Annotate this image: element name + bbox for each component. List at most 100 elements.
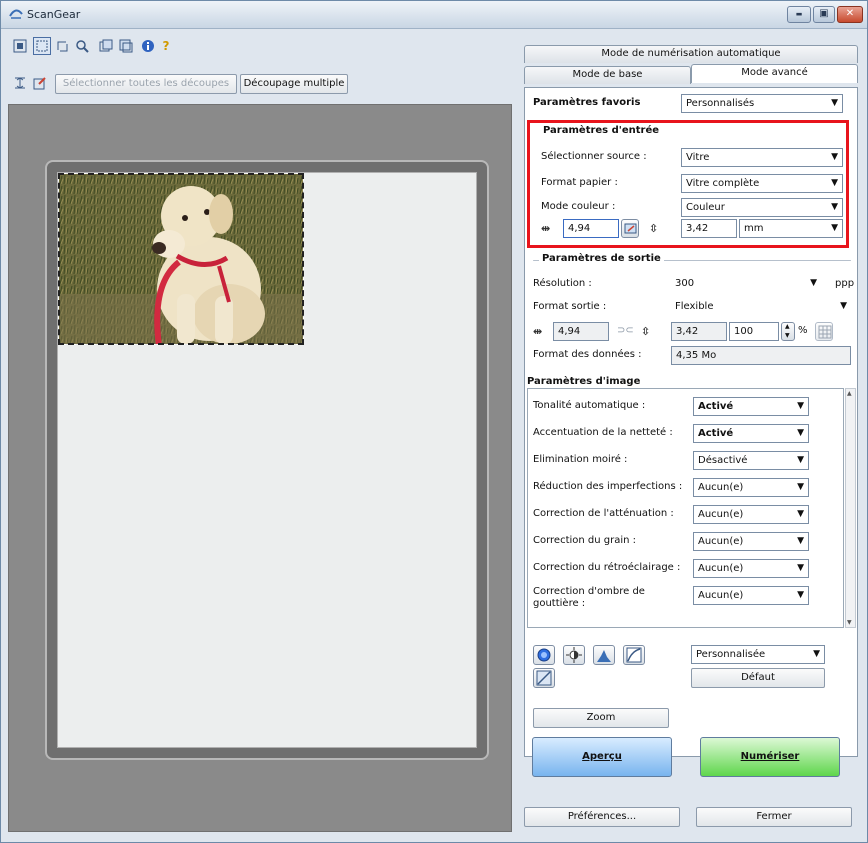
grain-correction-select[interactable]: Aucun(e) ▼ <box>693 532 809 551</box>
spin-down-icon: ▼ <box>785 332 790 339</box>
scroll-up-icon: ▲ <box>847 390 852 397</box>
tab-basic-mode[interactable]: Mode de base <box>524 66 691 84</box>
adjust-saturation-button[interactable] <box>533 645 555 665</box>
lock-ratio-button[interactable] <box>621 219 639 238</box>
scan-button[interactable]: Numériser <box>700 737 840 777</box>
preferences-button[interactable]: Préférences... <box>524 807 680 827</box>
fit-icon[interactable] <box>11 37 29 55</box>
scale-unit: % <box>798 325 808 336</box>
invert-ratio-icon[interactable] <box>11 74 29 92</box>
maximize-button[interactable]: ▣ <box>813 6 835 23</box>
info-icon[interactable] <box>139 37 157 55</box>
image-settings-scrollbar[interactable]: ▲ ▼ <box>845 388 856 628</box>
resolution-select[interactable]: 300 ▼ <box>671 275 831 294</box>
close-button[interactable]: Fermer <box>696 807 852 827</box>
adjust-histogram-button[interactable] <box>593 645 615 665</box>
grain-correction-label: Correction du grain : <box>533 535 637 546</box>
favorites-select[interactable]: Personnalisés ▼ <box>681 94 843 113</box>
color-mode-label: Mode couleur : <box>541 201 616 212</box>
preview-area <box>8 104 512 832</box>
grid-icon <box>818 325 832 339</box>
scangear-app-icon <box>9 9 23 19</box>
descreen-select[interactable]: Désactivé ▼ <box>693 451 809 470</box>
gutter-shadow-select[interactable]: Aucun(e) ▼ <box>693 586 809 605</box>
tab-auto-scan-mode[interactable]: Mode de numérisation automatique <box>524 45 858 63</box>
output-format-select[interactable]: Flexible ▼ <box>671 298 851 317</box>
image-settings-title: Paramètres d'image <box>527 376 641 387</box>
adjust-tone-curve-button[interactable] <box>623 645 645 665</box>
adjust-threshold-button[interactable] <box>533 668 555 688</box>
chevron-down-icon: ▼ <box>810 278 817 288</box>
help-icon[interactable]: ? <box>157 37 175 55</box>
tone-curve-icon <box>626 647 642 663</box>
maximize-icon: ▣ <box>819 8 829 19</box>
dog-photo-image <box>59 174 303 344</box>
chevron-down-icon: ▼ <box>797 455 804 465</box>
adjust-preset-select[interactable]: Personnalisée ▼ <box>691 645 825 664</box>
sharpness-select[interactable]: Activé ▼ <box>693 424 809 443</box>
input-width-field[interactable]: 4,94 <box>563 219 619 238</box>
gutter-shadow-label: Correction d'ombre de gouttière : <box>533 586 645 609</box>
chevron-down-icon: ▼ <box>831 223 838 233</box>
color-mode-value: Couleur <box>686 202 725 213</box>
zoom-icon[interactable] <box>73 37 91 55</box>
aspect-ratio-icon <box>624 223 637 234</box>
source-select[interactable]: Vitre ▼ <box>681 148 843 167</box>
backlight-correction-select[interactable]: Aucun(e) ▼ <box>693 559 809 578</box>
output-height-field[interactable]: 3,42 <box>671 322 727 341</box>
chevron-down-icon: ▼ <box>831 202 838 212</box>
resolution-label: Résolution : <box>533 278 592 289</box>
input-settings-title: Paramètres d'entrée <box>540 125 663 136</box>
output-width-field[interactable]: 4,94 <box>553 322 609 341</box>
multi-crop-button[interactable]: Découpage multiple <box>240 74 348 94</box>
crop-icon[interactable] <box>33 37 51 55</box>
sharpness-value: Activé <box>698 428 734 439</box>
color-mode-select[interactable]: Couleur ▼ <box>681 198 843 217</box>
auto-tone-label: Tonalité automatique : <box>533 400 646 411</box>
scan-label: Numériser <box>740 751 800 762</box>
chevron-down-icon: ▼ <box>797 509 804 519</box>
fading-correction-select[interactable]: Aucun(e) ▼ <box>693 505 809 524</box>
descreen-value: Désactivé <box>698 455 748 466</box>
backlight-correction-label: Correction du rétroéclairage : <box>533 562 681 573</box>
height-icon: ⇳ <box>649 222 659 235</box>
scroll-down-icon: ▼ <box>847 619 852 626</box>
input-height-field[interactable]: 3,42 <box>681 219 737 238</box>
saturation-icon <box>537 648 551 662</box>
scan-frame-icon[interactable] <box>97 37 115 55</box>
frame-icon[interactable] <box>117 37 135 55</box>
preview-button[interactable]: Aperçu <box>532 737 672 777</box>
gutter-shadow-value: Aucun(e) <box>698 590 744 601</box>
unit-select[interactable]: mm ▼ <box>739 219 843 238</box>
unit-value: mm <box>744 223 764 234</box>
chevron-down-icon: ▼ <box>797 482 804 492</box>
sharpness-label: Accentuation de la netteté : <box>533 427 673 438</box>
adjust-brightness-button[interactable] <box>563 645 585 665</box>
output-format-label: Format sortie : <box>533 301 607 312</box>
scale-field[interactable]: 100 <box>729 322 779 341</box>
source-value: Vitre <box>686 152 710 163</box>
paper-size-value: Vitre complète <box>686 178 760 189</box>
dust-reduction-select[interactable]: Aucun(e) ▼ <box>693 478 809 497</box>
scanned-dog-photo[interactable] <box>58 173 304 345</box>
auto-tone-select[interactable]: Activé ▼ <box>693 397 809 416</box>
platen-glass[interactable] <box>57 172 477 748</box>
paper-size-select[interactable]: Vitre complète ▼ <box>681 174 843 193</box>
height-icon: ⇳ <box>641 325 651 338</box>
edit-crop-icon[interactable] <box>31 74 49 92</box>
close-window-button[interactable]: ✕ <box>837 6 863 23</box>
grain-correction-value: Aucun(e) <box>698 536 744 547</box>
rotate-icon[interactable] <box>53 37 71 55</box>
favorites-label: Paramètres favoris <box>533 97 641 108</box>
tab-advanced-mode[interactable]: Mode avancé <box>691 64 858 83</box>
scale-spinner[interactable]: ▲ ▼ <box>781 322 795 341</box>
select-all-crops-button[interactable]: Sélectionner toutes les découpes <box>55 74 237 94</box>
default-button[interactable]: Défaut <box>691 668 825 688</box>
chevron-down-icon: ▼ <box>797 536 804 546</box>
minimize-button[interactable]: ▬ <box>787 6 811 23</box>
data-size-label: Format des données : <box>533 349 642 360</box>
chevron-down-icon: ▼ <box>831 152 838 162</box>
grid-settings-button[interactable] <box>815 322 833 341</box>
zoom-button[interactable]: Zoom <box>533 708 669 728</box>
brightness-icon <box>566 647 582 663</box>
